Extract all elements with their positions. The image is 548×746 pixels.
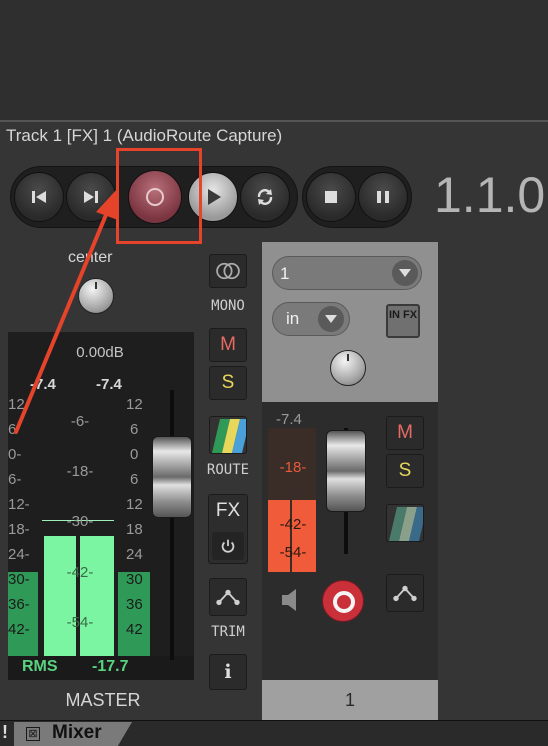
stereo-rings-icon — [216, 262, 240, 280]
skip-back-icon — [32, 191, 46, 203]
scale-right-0: 0 — [130, 446, 139, 463]
track-pan-knob[interactable] — [330, 350, 366, 386]
scale-right-30: 30 — [126, 571, 143, 588]
go-to-start-button[interactable] — [14, 172, 64, 222]
info-button[interactable]: i — [209, 654, 247, 690]
route-label: ROUTE — [206, 462, 250, 478]
record-arm-button[interactable] — [322, 580, 364, 622]
master-envelope-button[interactable] — [209, 578, 247, 616]
scale-left-6: 6 — [8, 421, 17, 438]
scale-right-6: 6 — [130, 421, 139, 438]
input-fx-button[interactable]: IN FX — [386, 304, 420, 338]
track-solo-button[interactable]: S — [386, 454, 424, 488]
record-highlight-box — [116, 148, 202, 244]
master-fader-track[interactable] — [170, 390, 174, 660]
track-peak[interactable]: -7.4 — [276, 411, 302, 428]
scale-left-0: 0- — [8, 446, 22, 463]
scale-mid-42: -42- — [66, 564, 94, 581]
track-envelope-button[interactable] — [386, 574, 424, 612]
track-title: Track 1 [FX] 1 (AudioRoute Capture) — [6, 126, 283, 145]
scale-mid-6: -6- — [70, 413, 90, 430]
mono-label: MONO — [211, 298, 245, 314]
pause-button[interactable] — [358, 172, 408, 222]
timecode-display: 1.1.0 — [434, 167, 546, 223]
close-icon[interactable]: ⊠ — [26, 727, 40, 741]
scale-left-36: 36- — [8, 596, 30, 613]
master-route-button[interactable] — [209, 416, 247, 454]
speaker-icon[interactable] — [280, 586, 300, 614]
scale-left-24: 24- — [8, 546, 30, 563]
master-pan-knob[interactable] — [78, 278, 114, 314]
skip-forward-icon — [84, 191, 98, 203]
scale-left-18: 18- — [8, 521, 30, 538]
scale-left-30: 30- — [8, 571, 30, 588]
track-number: 1 — [344, 690, 355, 710]
scale-mid-18: -18- — [66, 463, 94, 480]
chevron-down-icon — [392, 260, 418, 286]
play-icon — [208, 189, 221, 205]
scale-right-24: 24 — [126, 546, 143, 563]
track-fader-handle[interactable] — [326, 430, 366, 512]
input-select-value: 1 — [280, 264, 290, 283]
master-pan-label: center — [68, 249, 113, 266]
scale-left-42: 42- — [8, 621, 30, 638]
fx-bypass-button[interactable] — [212, 532, 244, 560]
track-meter-right-bar — [292, 500, 316, 572]
scale-left-12b: 12- — [8, 496, 30, 513]
power-icon — [221, 539, 235, 553]
scale-left-6b: 6- — [8, 471, 22, 488]
fx-label: FX — [215, 500, 241, 521]
stop-icon — [325, 191, 337, 203]
scale-mid-54: -54- — [66, 614, 94, 631]
rms-label: RMS — [22, 658, 58, 675]
rms-value: -17.7 — [92, 658, 129, 675]
track-mute-button[interactable]: M — [386, 416, 424, 450]
scale-right-12b: 12 — [126, 496, 143, 513]
go-to-end-button[interactable] — [66, 172, 116, 222]
master-track-name: MASTER — [65, 690, 141, 710]
input-mode-value: in — [286, 309, 300, 328]
scale-right-36: 36 — [126, 596, 143, 613]
master-volume-readout[interactable]: 0.00dB — [0, 344, 200, 361]
scale-right-12: 12 — [126, 396, 143, 413]
master-meter-left-bar — [44, 536, 76, 656]
mono-button[interactable] — [209, 254, 247, 288]
track-scale-30: -30- — [279, 485, 307, 502]
envelope-icon — [216, 589, 240, 606]
track-route-button[interactable] — [386, 504, 424, 542]
master-solo-button[interactable]: S — [209, 366, 247, 400]
repeat-button[interactable] — [240, 172, 290, 222]
mixer-tab-label: Mixer — [52, 722, 102, 743]
chevron-down-icon — [318, 306, 344, 332]
scale-left-12: 12 — [8, 396, 25, 413]
route-stripes-icon — [389, 507, 423, 541]
track-scale-54: -54- — [279, 544, 307, 561]
master-peak-left[interactable]: -7.4 — [30, 376, 56, 393]
master-mute-button[interactable]: M — [209, 328, 247, 362]
scale-right-6b: 6 — [130, 471, 139, 488]
master-meter-right-bar — [80, 536, 114, 656]
envelope-icon — [393, 585, 417, 602]
track-meter-left-bar — [268, 500, 290, 572]
top-panel — [0, 0, 548, 120]
master-peak-right[interactable]: -7.4 — [96, 376, 122, 393]
track-scale-18: -18- — [279, 459, 307, 476]
scale-right-42: 42 — [126, 621, 143, 638]
scale-mid-30: -30- — [66, 513, 94, 530]
trim-label: TRIM — [211, 624, 245, 640]
stop-button[interactable] — [306, 172, 356, 222]
route-stripes-icon — [212, 419, 246, 453]
pause-icon — [377, 191, 389, 203]
repeat-icon — [257, 189, 273, 205]
warning-indicator: ! — [2, 722, 8, 742]
master-fader-handle[interactable] — [152, 436, 192, 518]
track-scale-42: -42- — [279, 516, 307, 533]
scale-right-18: 18 — [126, 521, 143, 538]
